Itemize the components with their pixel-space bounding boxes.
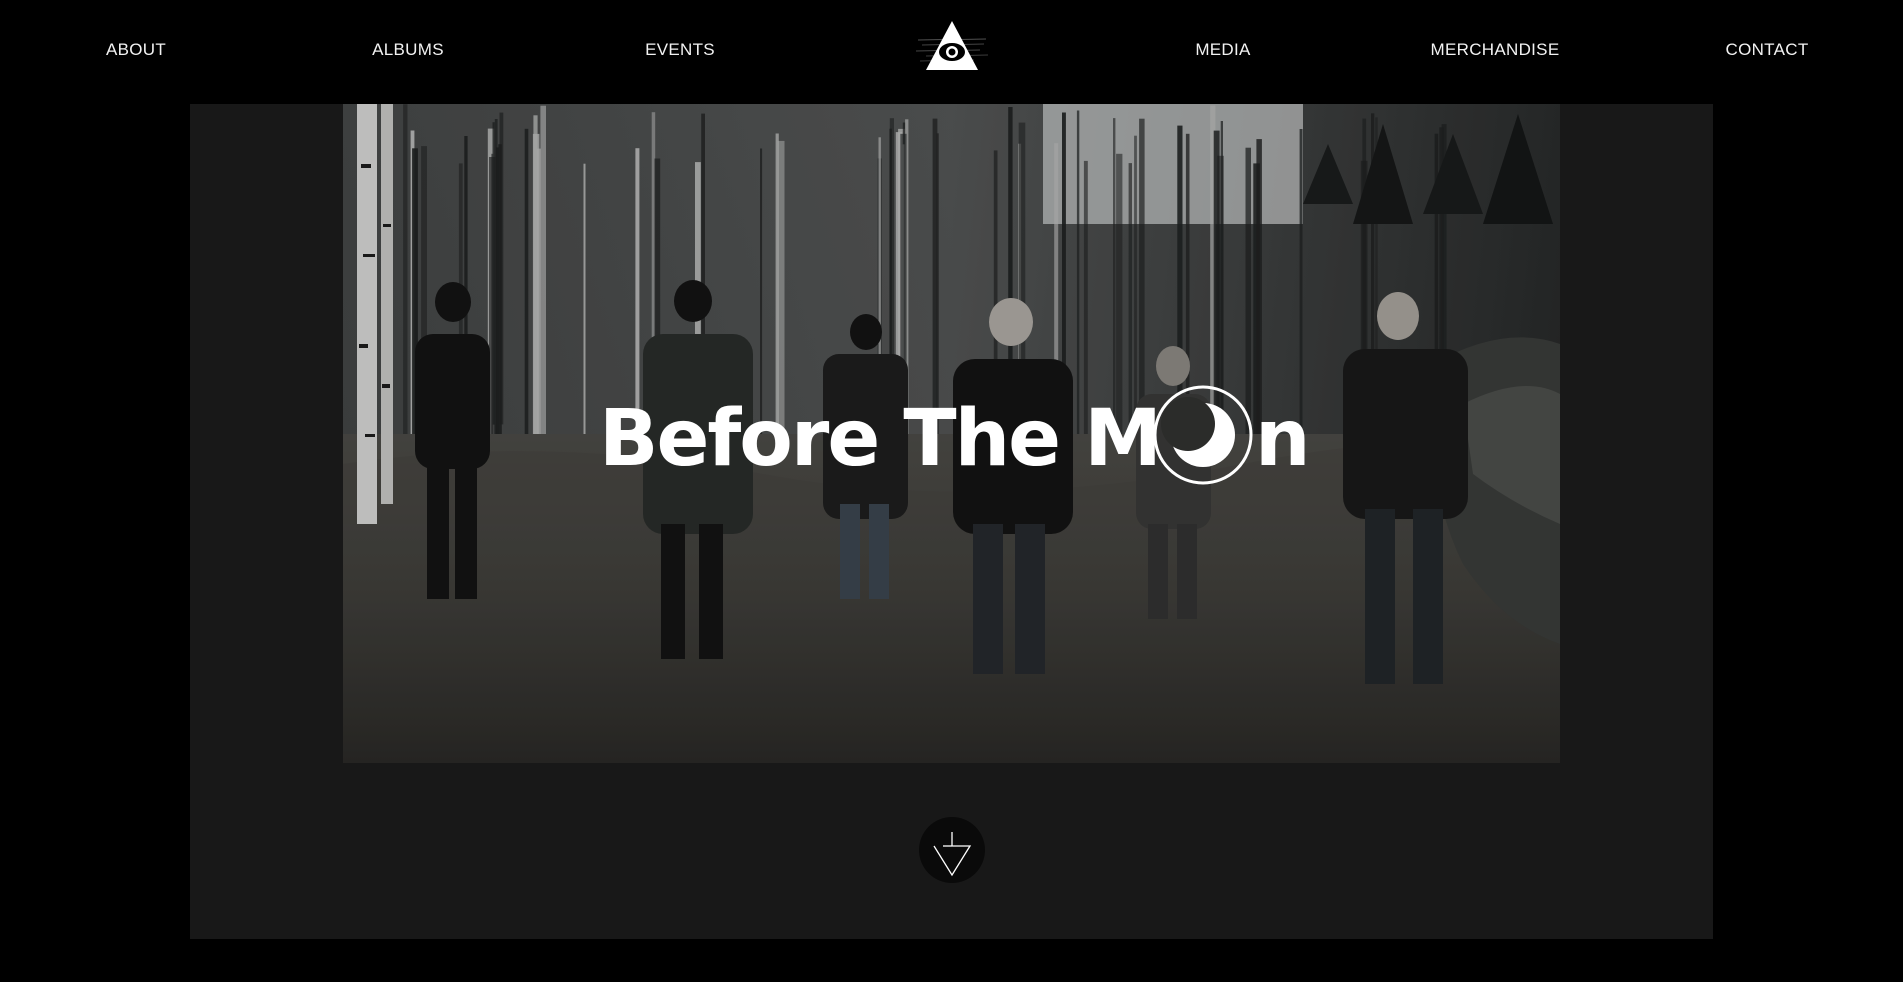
- main-panel: Before The M n: [190, 104, 1713, 939]
- nav-about[interactable]: ABOUT: [36, 40, 236, 60]
- hero-band-photo: Before The M n: [343, 104, 1560, 763]
- eye-triangle-icon: [915, 21, 989, 70]
- nav-merchandise[interactable]: MERCHANDISE: [1395, 40, 1595, 60]
- nav-events[interactable]: EVENTS: [580, 40, 780, 60]
- scroll-down-button[interactable]: [919, 817, 985, 883]
- band-photo-forest: [343, 104, 1560, 763]
- nav-albums[interactable]: ALBUMS: [308, 40, 508, 60]
- top-navigation: ABOUT ALBUMS EVENTS MEDIA MERCHANDISE CO…: [0, 0, 1903, 104]
- arrow-down-icon: [933, 832, 972, 877]
- home-logo-link[interactable]: [914, 18, 990, 76]
- nav-contact[interactable]: CONTACT: [1667, 40, 1867, 60]
- nav-media[interactable]: MEDIA: [1123, 40, 1323, 60]
